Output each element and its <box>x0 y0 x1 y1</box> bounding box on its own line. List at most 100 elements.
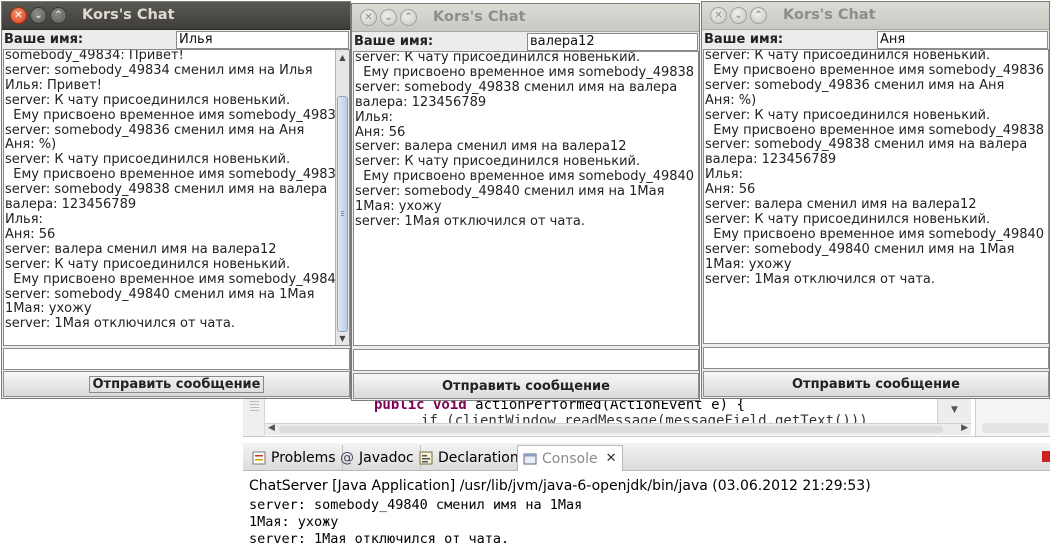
name-label: Ваше имя: <box>354 34 434 49</box>
console-line: server: somebody_49840 сменил имя на 1Ма… <box>249 497 583 513</box>
chat-message: somebody_49834: Привет! <box>5 49 184 63</box>
declaration-icon <box>418 450 434 466</box>
send-button[interactable]: Отправить сообщение <box>3 371 350 397</box>
window-title: Kors's Chat <box>783 7 876 23</box>
message-input[interactable] <box>353 349 699 371</box>
tab-problems[interactable]: Problems <box>247 445 343 471</box>
chat-message: 1Мая: ухожу <box>705 256 792 272</box>
chat-message: Аня: %) <box>705 92 757 108</box>
outline-scrollbar[interactable] <box>982 423 1048 433</box>
chat-window-valera: ✕ ⌄ ⌃ Kors's Chat Ваше имя: валера12 ser… <box>351 3 700 401</box>
tab-label: Problems <box>271 450 336 466</box>
send-button-label: Отправить сообщение <box>441 378 610 394</box>
chat-message: Ему присвоено временное имя somebody_498… <box>5 167 345 183</box>
maximize-icon[interactable]: ⌃ <box>750 7 767 24</box>
chat-message: server: К чату присоединился новенький. <box>5 152 291 168</box>
scrollbar-thumb[interactable] <box>279 426 943 433</box>
chat-message: Аня: 56 <box>5 226 56 242</box>
editor-gutter <box>243 395 265 436</box>
chat-messages: somebody_49834: Привет! server: somebody_… <box>5 49 345 332</box>
chat-scrollbar[interactable]: ▲ ▼ <box>335 50 349 345</box>
chat-message: server: К чату присоединился новенький. <box>705 49 991 63</box>
scroll-down-icon[interactable]: ▼ <box>336 331 349 345</box>
chat-messages: server: К чату присоединился новенький. … <box>705 49 1045 288</box>
window-titlebar[interactable]: ✕ ⌄ ⌃ Kors's Chat <box>352 4 699 32</box>
send-button[interactable]: Отправить сообщение <box>353 373 699 399</box>
scroll-down-icon[interactable]: ▼ <box>951 405 958 415</box>
chat-message: server: somebody_49838 сменил имя на вал… <box>705 137 1028 153</box>
fold-marker-icon <box>250 401 259 413</box>
window-titlebar[interactable]: ✕ ⌄ ⌃ Kors's Chat <box>2 2 350 30</box>
chat-message: Ему присвоено временное имя somebody_498… <box>355 64 695 80</box>
chat-history[interactable]: somebody_49834: Привет! server: somebody_… <box>3 49 350 346</box>
minimize-icon[interactable]: ⌄ <box>30 7 47 24</box>
maximize-icon[interactable]: ⌃ <box>400 9 417 26</box>
editor-vertical-scrollbar[interactable]: ▼ <box>937 395 971 423</box>
chat-window-ilya: ✕ ⌄ ⌃ Kors's Chat Ваше имя: Илья somebod… <box>1 1 351 399</box>
chat-message: server: somebody_49836 сменил имя на Аня <box>705 77 1005 93</box>
console-line: 1Мая: ухожу <box>249 514 339 530</box>
chat-message: server: somebody_49834 сменил имя на Иль… <box>5 62 313 78</box>
scroll-left-icon[interactable]: ◀ <box>268 423 275 433</box>
tab-label: Console <box>542 450 598 467</box>
chat-message: валера: 123456789 <box>5 197 137 213</box>
window-titlebar[interactable]: ✕ ⌄ ⌃ Kors's Chat <box>702 2 1049 30</box>
tab-declaration[interactable]: Declaration <box>414 445 526 471</box>
tab-javadoc[interactable]: @ Javadoc <box>335 445 421 471</box>
chat-message: Ему присвоено временное имя somebody_498… <box>355 169 695 185</box>
chat-message: Илья: <box>355 109 393 125</box>
name-input[interactable]: Аня <box>877 31 1048 49</box>
chat-message: server: валера сменил имя на валера12 <box>705 197 977 213</box>
name-label: Ваше имя: <box>4 32 84 47</box>
chat-window-anya: ✕ ⌄ ⌃ Kors's Chat Ваше имя: Аня server: … <box>701 1 1050 399</box>
chat-message: server: 1Мая отключился от чата. <box>705 271 935 287</box>
tab-label: Javadoc <box>359 450 414 466</box>
close-icon[interactable]: ✕ <box>10 7 27 24</box>
scroll-right-icon[interactable]: ▶ <box>961 423 968 433</box>
scrollbar-thumb[interactable] <box>337 96 348 332</box>
javadoc-icon: @ <box>340 450 354 466</box>
close-icon[interactable]: ✕ <box>710 7 727 24</box>
name-row: Ваше имя: Аня <box>702 31 1049 49</box>
send-button[interactable]: Отправить сообщение <box>703 371 1049 397</box>
chat-message: Илья: <box>5 211 43 227</box>
console-view: ChatServer [Java Application] /usr/lib/j… <box>243 472 1050 560</box>
name-input[interactable]: Илья <box>176 31 349 49</box>
chat-message: server: валера сменил имя на валера12 <box>5 241 277 257</box>
chat-history[interactable]: server: К чату присоединился новенький. … <box>353 51 699 346</box>
editor-horizontal-scrollbar[interactable]: ◀ ▶ <box>265 423 971 435</box>
outline-panel <box>975 395 1050 436</box>
view-tab-bar: Problems @ Javadoc Declaration Console ✕ <box>243 443 1050 471</box>
chat-message: server: К чату присоединился новенький. <box>5 256 291 272</box>
chat-message: Ему присвоено временное имя somebody_498… <box>705 226 1045 242</box>
close-tab-icon[interactable]: ✕ <box>606 451 617 466</box>
console-icon <box>522 451 538 467</box>
maximize-icon[interactable]: ⌃ <box>50 7 67 24</box>
terminate-icon[interactable] <box>1042 451 1050 462</box>
minimize-icon[interactable]: ⌄ <box>380 9 397 26</box>
chat-message: server: somebody_49836 сменил имя на Аня <box>5 122 305 138</box>
chat-message: Аня: 56 <box>355 124 406 140</box>
tab-console[interactable]: Console ✕ <box>517 445 624 471</box>
send-button-label: Отправить сообщение <box>89 375 264 393</box>
chat-message: Илья: Привет! <box>5 77 102 93</box>
name-row: Ваше имя: Илья <box>2 31 350 49</box>
message-input[interactable] <box>703 347 1049 369</box>
scroll-up-icon[interactable]: ▲ <box>336 50 349 64</box>
chat-messages: server: К чату присоединился новенький. … <box>355 52 695 230</box>
console-header: ChatServer [Java Application] /usr/lib/j… <box>249 478 871 494</box>
chat-history[interactable]: server: К чату присоединился новенький. … <box>703 49 1049 344</box>
minimize-icon[interactable]: ⌄ <box>730 7 747 24</box>
message-input[interactable] <box>3 348 350 370</box>
code-editor[interactable]: public void actionPerformed(ActionEvent … <box>243 395 1050 437</box>
chat-message: валера: 123456789 <box>355 94 487 110</box>
eclipse-ide: public void actionPerformed(ActionEvent … <box>243 395 1050 560</box>
name-input[interactable]: валера12 <box>527 33 698 51</box>
close-icon[interactable]: ✕ <box>360 9 377 26</box>
name-row: Ваше имя: валера12 <box>352 33 699 51</box>
chat-message: Ему присвоено временное имя somebody_498… <box>705 62 1045 78</box>
console-line: server: 1Мая отключился от чата. <box>249 531 510 547</box>
chat-message: server: somebody_49840 сменил имя на 1Ма… <box>705 241 1015 257</box>
chat-message: server: somebody_49838 сменил имя на вал… <box>355 79 678 95</box>
chat-message: Илья: <box>705 167 743 183</box>
